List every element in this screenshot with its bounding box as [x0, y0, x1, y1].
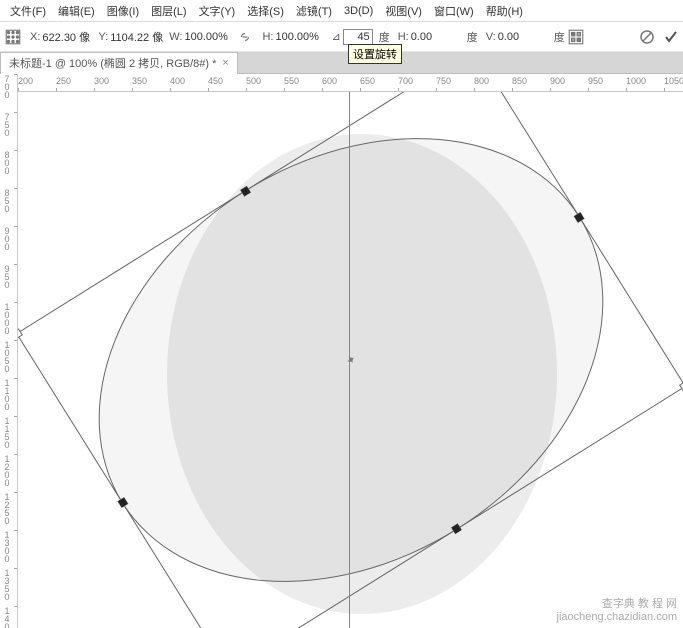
degree-label: 度 [379, 29, 390, 45]
menu-help[interactable]: 帮助(H) [480, 3, 529, 19]
vruler-label: 800 [2, 150, 12, 174]
vruler-label: 1400 [2, 606, 12, 628]
horizontal-ruler[interactable]: 200 250 300 350 400 450 500 550 600 650 700 750 800 8… [18, 74, 683, 92]
hruler-label: 650 [360, 76, 375, 86]
vertical-guide[interactable] [349, 92, 350, 628]
vruler-label: 900 [2, 226, 12, 250]
menu-view[interactable]: 视图(V) [379, 3, 428, 19]
w-label: W: [169, 31, 182, 43]
angle-input[interactable] [343, 29, 373, 45]
degree-label-3: 度 [554, 29, 565, 45]
hruler-label: 500 [246, 76, 261, 86]
vruler-label: 750 [2, 112, 12, 136]
h-skew-label: H: [398, 31, 409, 43]
vruler-label: 1100 [2, 378, 12, 410]
y-label: Y: [98, 31, 108, 43]
menu-type[interactable]: 文字(Y) [193, 3, 242, 19]
vertical-ruler[interactable]: 700 750 800 850 900 950 1000 1050 1100 1150 1200 12… [0, 74, 18, 628]
h-value[interactable]: 100.00% [275, 31, 325, 43]
vruler-label: 1300 [2, 530, 12, 562]
workspace: 200 250 300 350 400 450 500 550 600 650 700 750 800 8… [0, 74, 683, 628]
transform-group[interactable]: ✦ [18, 92, 683, 628]
tooltip: 设置旋转 [348, 44, 402, 64]
vruler-label: 1000 [2, 302, 12, 334]
hruler-label: 1050 [664, 76, 683, 86]
document-tab[interactable]: 未标题-1 @ 100% (椭圆 2 拷贝, RGB/8#) * × [0, 52, 238, 74]
close-icon[interactable]: × [222, 57, 228, 69]
hruler-label: 300 [94, 76, 109, 86]
tab-bar: 未标题-1 @ 100% (椭圆 2 拷贝, RGB/8#) * × [0, 52, 683, 74]
v-skew-value[interactable]: 0.00 [498, 31, 548, 43]
watermark-line2: jiaocheng.chazidian.com [557, 611, 677, 624]
vruler-label: 1050 [2, 340, 12, 372]
vruler-label: 950 [2, 264, 12, 288]
anchor-left[interactable] [118, 498, 128, 508]
vruler-label: 700 [2, 74, 12, 98]
hruler-label: 600 [322, 76, 337, 86]
y-value[interactable]: 1104.22 像 [110, 29, 163, 45]
link-icon[interactable] [238, 30, 252, 44]
menu-filter[interactable]: 滤镜(T) [290, 3, 338, 19]
degree-label-2: 度 [467, 29, 478, 45]
menu-window[interactable]: 窗口(W) [428, 3, 480, 19]
menu-layer[interactable]: 图层(L) [145, 3, 192, 19]
menu-image[interactable]: 图像(I) [101, 3, 145, 19]
menu-file[interactable]: 文件(F) [4, 3, 52, 19]
hruler-label: 850 [512, 76, 527, 86]
hruler-label: 750 [436, 76, 451, 86]
options-bar: X: 622.30 像 Y: 1104.22 像 W: 100.00% H: 1… [0, 22, 683, 52]
x-value[interactable]: 622.30 像 [42, 29, 92, 45]
vruler-label: 1250 [2, 492, 12, 524]
hruler-label: 400 [170, 76, 185, 86]
handle-tl[interactable] [18, 328, 22, 339]
transform-reference-icon[interactable] [4, 28, 22, 46]
h-skew-value[interactable]: 0.00 [411, 31, 461, 43]
canvas[interactable]: ✦ [18, 92, 683, 628]
hruler-label: 450 [208, 76, 223, 86]
w-value[interactable]: 100.00% [184, 31, 234, 43]
vruler-label: 1150 [2, 416, 12, 448]
menu-3d[interactable]: 3D(D) [338, 5, 379, 17]
hruler-label: 250 [56, 76, 71, 86]
hruler-label: 900 [550, 76, 565, 86]
handle-br[interactable] [679, 381, 683, 392]
menu-edit[interactable]: 编辑(E) [52, 3, 101, 19]
menu-select[interactable]: 选择(S) [241, 3, 290, 19]
vruler-label: 1350 [2, 568, 12, 600]
v-skew-label: V: [486, 31, 496, 43]
hruler-label: 800 [474, 76, 489, 86]
hruler-label: 950 [588, 76, 603, 86]
tab-title: 未标题-1 @ 100% (椭圆 2 拷贝, RGB/8#) * [9, 55, 216, 71]
menu-bar: 文件(F) 编辑(E) 图像(I) 图层(L) 文字(Y) 选择(S) 滤镜(T… [0, 0, 683, 22]
watermark-line1: 查字典 教 程 网 [557, 598, 677, 611]
hruler-label: 1000 [626, 76, 646, 86]
hruler-label: 550 [284, 76, 299, 86]
h-label: H: [262, 31, 273, 43]
cancel-icon[interactable] [639, 29, 655, 45]
vruler-label: 850 [2, 188, 12, 212]
hruler-label: 200 [18, 76, 33, 86]
angle-icon: ⊿ [331, 30, 340, 43]
x-label: X: [30, 31, 40, 43]
vruler-label: 1200 [2, 454, 12, 486]
commit-icon[interactable] [663, 29, 679, 45]
hruler-label: 350 [132, 76, 147, 86]
interpolation-icon[interactable] [567, 28, 585, 46]
hruler-label: 700 [398, 76, 413, 86]
watermark: 查字典 教 程 网 jiaocheng.chazidian.com [557, 598, 677, 624]
